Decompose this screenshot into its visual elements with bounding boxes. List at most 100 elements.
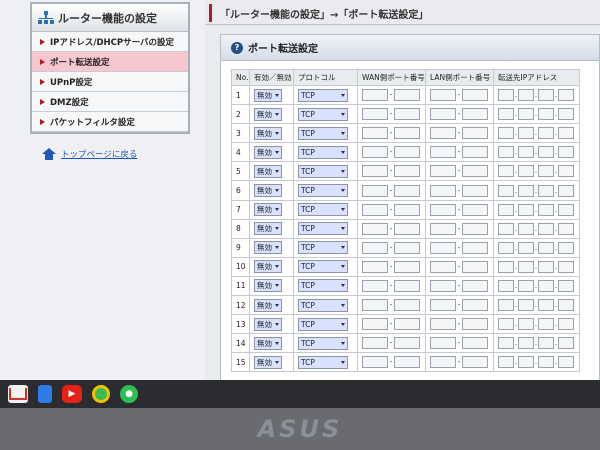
lan-port-start-input[interactable] xyxy=(430,222,456,235)
enabled-select[interactable]: 無効 xyxy=(254,145,282,159)
wan-port-start-input[interactable] xyxy=(362,127,388,140)
ip-octet-input[interactable] xyxy=(558,108,574,121)
wan-port-start-input[interactable] xyxy=(362,241,388,254)
enabled-select[interactable]: 無効 xyxy=(254,260,282,274)
ip-octet-input[interactable] xyxy=(558,203,574,216)
lan-port-start-input[interactable] xyxy=(430,318,456,331)
ip-octet-input[interactable] xyxy=(498,241,514,254)
lan-port-end-input[interactable] xyxy=(462,89,488,102)
protocol-select[interactable]: TCP xyxy=(298,317,348,331)
wan-port-end-input[interactable] xyxy=(394,108,420,121)
protocol-select[interactable]: TCP xyxy=(298,241,348,255)
ip-octet-input[interactable] xyxy=(518,356,534,369)
protocol-select[interactable]: TCP xyxy=(298,145,348,159)
wan-port-end-input[interactable] xyxy=(394,299,420,312)
wan-port-end-input[interactable] xyxy=(394,279,420,292)
ip-octet-input[interactable] xyxy=(498,89,514,102)
sidebar-item-1[interactable]: ポート転送設定 xyxy=(32,52,188,72)
ip-octet-input[interactable] xyxy=(518,89,534,102)
ip-octet-input[interactable] xyxy=(538,299,554,312)
lan-port-end-input[interactable] xyxy=(462,337,488,350)
wan-port-end-input[interactable] xyxy=(394,165,420,178)
wan-port-start-input[interactable] xyxy=(362,184,388,197)
lan-port-start-input[interactable] xyxy=(430,260,456,273)
ip-octet-input[interactable] xyxy=(538,184,554,197)
help-icon[interactable]: ? xyxy=(231,41,243,54)
ip-octet-input[interactable] xyxy=(498,260,514,273)
gmail-icon[interactable] xyxy=(8,385,28,403)
ip-octet-input[interactable] xyxy=(538,127,554,140)
enabled-select[interactable]: 無効 xyxy=(254,184,282,198)
wan-port-start-input[interactable] xyxy=(362,203,388,216)
wan-port-end-input[interactable] xyxy=(394,222,420,235)
ip-octet-input[interactable] xyxy=(518,337,534,350)
wan-port-start-input[interactable] xyxy=(362,260,388,273)
lan-port-end-input[interactable] xyxy=(462,127,488,140)
ip-octet-input[interactable] xyxy=(538,146,554,159)
protocol-select[interactable]: TCP xyxy=(298,126,348,140)
enabled-select[interactable]: 無効 xyxy=(254,107,282,121)
protocol-select[interactable]: TCP xyxy=(298,107,348,121)
ip-octet-input[interactable] xyxy=(518,127,534,140)
enabled-select[interactable]: 無効 xyxy=(254,126,282,140)
lan-port-start-input[interactable] xyxy=(430,241,456,254)
line-icon[interactable]: ● xyxy=(120,385,138,403)
ip-octet-input[interactable] xyxy=(498,203,514,216)
wan-port-start-input[interactable] xyxy=(362,318,388,331)
wan-port-end-input[interactable] xyxy=(394,127,420,140)
lan-port-start-input[interactable] xyxy=(430,127,456,140)
ip-octet-input[interactable] xyxy=(558,184,574,197)
wan-port-end-input[interactable] xyxy=(394,203,420,216)
sidebar-item-4[interactable]: パケットフィルタ設定 xyxy=(32,112,188,132)
protocol-select[interactable]: TCP xyxy=(298,222,348,236)
enabled-select[interactable]: 無効 xyxy=(254,336,282,350)
ip-octet-input[interactable] xyxy=(518,184,534,197)
lan-port-end-input[interactable] xyxy=(462,318,488,331)
ip-octet-input[interactable] xyxy=(498,356,514,369)
wan-port-end-input[interactable] xyxy=(394,89,420,102)
ip-octet-input[interactable] xyxy=(538,337,554,350)
ip-octet-input[interactable] xyxy=(558,318,574,331)
ip-octet-input[interactable] xyxy=(558,146,574,159)
wan-port-start-input[interactable] xyxy=(362,356,388,369)
top-page-link[interactable]: トップページに戻る xyxy=(42,148,137,160)
ip-octet-input[interactable] xyxy=(538,318,554,331)
wan-port-end-input[interactable] xyxy=(394,241,420,254)
lan-port-end-input[interactable] xyxy=(462,165,488,178)
lan-port-start-input[interactable] xyxy=(430,203,456,216)
wan-port-start-input[interactable] xyxy=(362,337,388,350)
enabled-select[interactable]: 無効 xyxy=(254,164,282,178)
lan-port-start-input[interactable] xyxy=(430,279,456,292)
ip-octet-input[interactable] xyxy=(558,222,574,235)
ip-octet-input[interactable] xyxy=(518,241,534,254)
ip-octet-input[interactable] xyxy=(518,165,534,178)
wan-port-start-input[interactable] xyxy=(362,165,388,178)
wan-port-end-input[interactable] xyxy=(394,184,420,197)
protocol-select[interactable]: TCP xyxy=(298,203,348,217)
wan-port-end-input[interactable] xyxy=(394,260,420,273)
ip-octet-input[interactable] xyxy=(538,108,554,121)
wan-port-start-input[interactable] xyxy=(362,299,388,312)
ip-octet-input[interactable] xyxy=(558,299,574,312)
ip-octet-input[interactable] xyxy=(518,299,534,312)
ip-octet-input[interactable] xyxy=(538,89,554,102)
ip-octet-input[interactable] xyxy=(538,356,554,369)
enabled-select[interactable]: 無効 xyxy=(254,222,282,236)
wan-port-start-input[interactable] xyxy=(362,222,388,235)
ip-octet-input[interactable] xyxy=(498,299,514,312)
youtube-icon[interactable]: ▶ xyxy=(62,385,82,403)
enabled-select[interactable]: 無効 xyxy=(254,279,282,293)
protocol-select[interactable]: TCP xyxy=(298,164,348,178)
ip-octet-input[interactable] xyxy=(518,146,534,159)
wan-port-start-input[interactable] xyxy=(362,146,388,159)
protocol-select[interactable]: TCP xyxy=(298,336,348,350)
enabled-select[interactable]: 無効 xyxy=(254,298,282,312)
lan-port-end-input[interactable] xyxy=(462,260,488,273)
ip-octet-input[interactable] xyxy=(558,165,574,178)
ip-octet-input[interactable] xyxy=(558,241,574,254)
ip-octet-input[interactable] xyxy=(498,127,514,140)
enabled-select[interactable]: 無効 xyxy=(254,88,282,102)
ip-octet-input[interactable] xyxy=(498,337,514,350)
lan-port-end-input[interactable] xyxy=(462,203,488,216)
wan-port-start-input[interactable] xyxy=(362,89,388,102)
